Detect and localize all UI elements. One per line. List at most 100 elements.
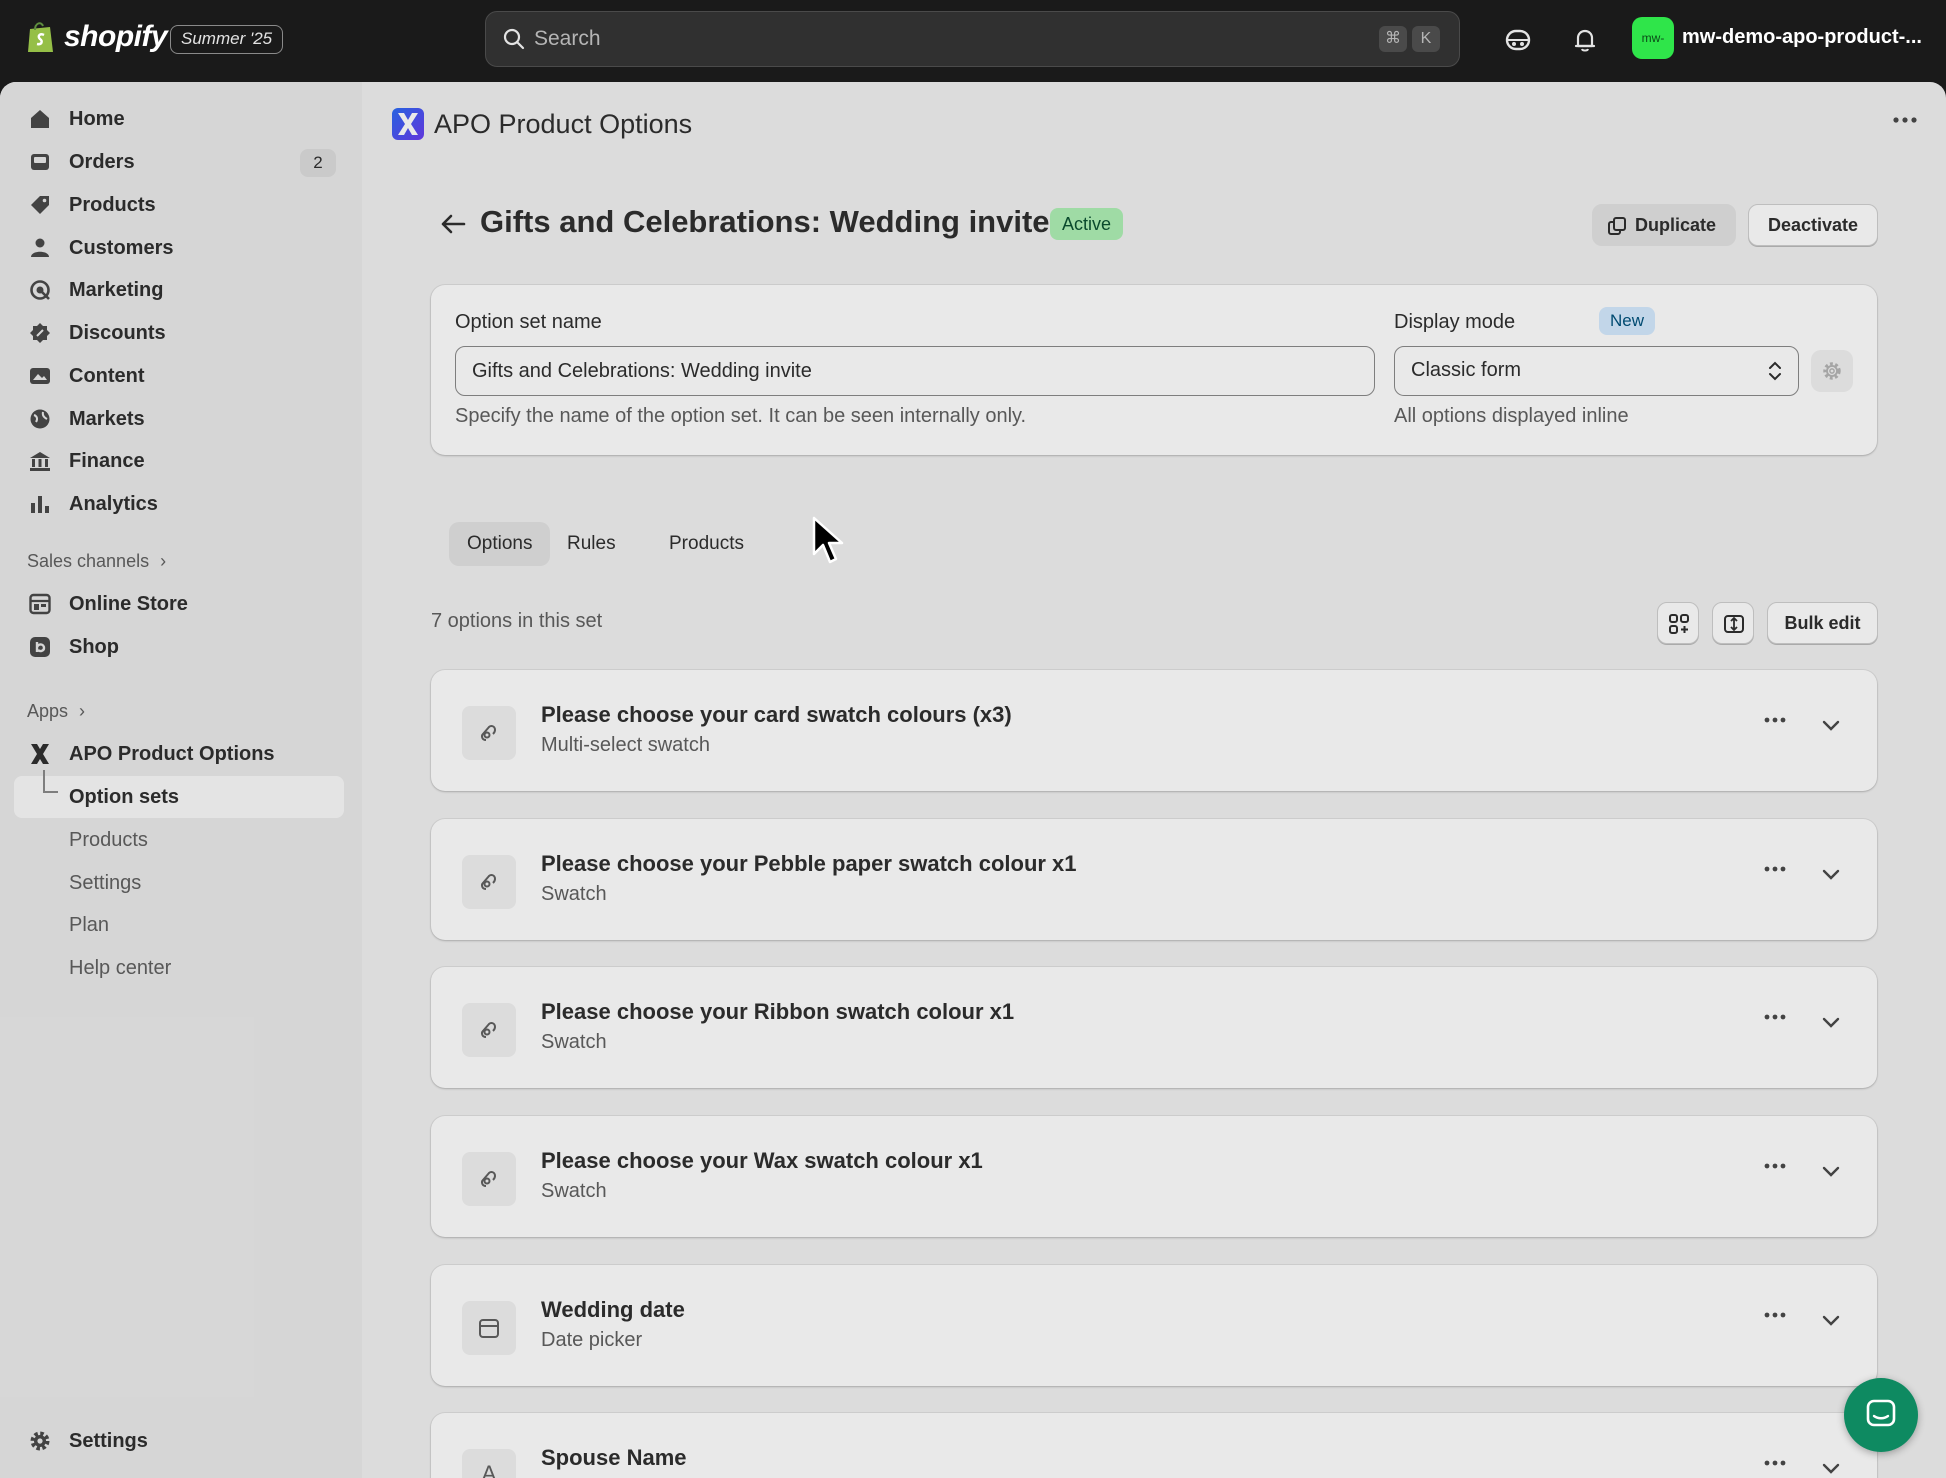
back-arrow-icon[interactable] (440, 212, 466, 236)
apo-app-icon (31, 744, 49, 764)
sidebar-item-plan[interactable]: Plan (14, 904, 344, 946)
new-badge: New (1599, 307, 1656, 335)
option-menu-icon[interactable] (1763, 1013, 1787, 1021)
select-arrows-icon (1769, 361, 1781, 381)
sidebar-item-online-store[interactable]: Online Store (14, 583, 344, 625)
deactivate-button[interactable]: Deactivate (1748, 204, 1878, 246)
collapse-all-button[interactable] (1712, 602, 1754, 644)
chevron-down-icon[interactable] (1821, 1461, 1841, 1475)
sidebar-item-content[interactable]: Content (14, 355, 344, 397)
chevron-down-icon[interactable] (1821, 867, 1841, 881)
option-card[interactable]: Please choose your card swatch colours (… (431, 670, 1877, 791)
option-card[interactable]: Wedding date Date picker (431, 1265, 1877, 1386)
option-title: Please choose your Wax swatch colour x1 (541, 1148, 983, 1173)
duplicate-button[interactable]: Duplicate (1592, 204, 1736, 246)
option-title: Please choose your Pebble paper swatch c… (541, 851, 1077, 876)
option-menu-icon[interactable] (1763, 1311, 1787, 1319)
bulk-edit-button[interactable]: Bulk edit (1767, 602, 1878, 644)
sidebar-item-app-products[interactable]: Products (14, 819, 344, 861)
sidebar-item-help-center[interactable]: Help center (14, 947, 344, 989)
chevron-down-icon[interactable] (1821, 1164, 1841, 1178)
chevron-down-icon[interactable] (1821, 1015, 1841, 1029)
sidebar-item-label: Online Store (69, 592, 188, 615)
search-bar[interactable]: ⌘ K (485, 11, 1460, 67)
chevron-right-icon: › (160, 551, 167, 571)
app-header: APO Product Options (392, 108, 692, 140)
sidebar-item-label: Finance (69, 449, 145, 472)
display-settings-button[interactable] (1811, 350, 1853, 392)
tab-options[interactable]: Options (449, 522, 551, 566)
option-menu-icon[interactable] (1763, 716, 1787, 724)
discount-icon (30, 323, 50, 343)
sidebar-item-label: Products (69, 193, 156, 216)
expand-all-button[interactable] (1657, 602, 1699, 644)
swatch-icon (462, 855, 516, 909)
sidebar-item-label: Customers (69, 236, 174, 259)
tab-rules[interactable]: Rules (549, 522, 634, 566)
sidekick-icon[interactable] (1502, 24, 1534, 56)
sidebar-item-app-settings[interactable]: Settings (14, 862, 344, 904)
display-mode-label: Display mode (1394, 311, 1516, 333)
option-card[interactable]: A Spouse Name (431, 1413, 1877, 1478)
option-set-form-card: Option set name Specify the name of the … (431, 285, 1877, 455)
mouse-cursor-icon (812, 516, 844, 564)
bell-icon[interactable] (1569, 24, 1601, 56)
sidebar-item-option-sets[interactable]: Option sets (14, 770, 344, 818)
person-icon (31, 238, 49, 257)
option-card[interactable]: Please choose your Wax swatch colour x1 … (431, 1116, 1877, 1237)
collapse-icon (1724, 615, 1744, 633)
option-card[interactable]: Please choose your Ribbon swatch colour … (431, 967, 1877, 1088)
sidebar-item-home[interactable]: Home (14, 98, 344, 140)
sidebar-item-finance[interactable]: Finance (14, 440, 344, 482)
sidebar-item-label: Shop (69, 635, 119, 658)
text-icon: A (462, 1449, 516, 1478)
chevron-down-icon[interactable] (1821, 718, 1841, 732)
expand-icon (1669, 614, 1689, 634)
shopify-logo[interactable]: shopify (26, 20, 168, 54)
option-set-name-input[interactable] (455, 346, 1375, 396)
display-mode-select[interactable]: Classic form (1394, 346, 1799, 396)
option-menu-icon[interactable] (1763, 865, 1787, 873)
more-actions-icon[interactable] (1892, 116, 1918, 124)
search-icon (503, 28, 525, 50)
option-menu-icon[interactable] (1763, 1459, 1787, 1467)
tab-products[interactable]: Products (651, 522, 762, 566)
edition-badge: Summer '25 (170, 25, 284, 54)
chevron-right-icon: › (79, 701, 86, 721)
sidebar-item-marketing[interactable]: Marketing (14, 269, 344, 311)
option-title: Spouse Name (541, 1445, 687, 1470)
sidebar-item-markets[interactable]: Markets (14, 398, 344, 440)
sidebar-item-label: Orders (69, 150, 135, 173)
text-icon-letter: A (481, 1461, 497, 1478)
option-set-name-label: Option set name (455, 311, 602, 333)
sidebar-item-shop[interactable]: Shop (14, 626, 344, 668)
calendar-icon (462, 1301, 516, 1355)
apps-header[interactable]: Apps › (27, 701, 85, 722)
admin-frame: Home Orders 2 Products Customers Marketi… (0, 82, 1946, 1478)
sidebar-item-label: Discounts (69, 321, 166, 344)
option-menu-icon[interactable] (1763, 1162, 1787, 1170)
apo-logo-icon (392, 108, 424, 140)
option-card[interactable]: Please choose your Pebble paper swatch c… (431, 819, 1877, 940)
sidebar-item-analytics[interactable]: Analytics (14, 483, 344, 525)
chevron-down-icon[interactable] (1821, 1313, 1841, 1327)
chat-button[interactable] (1844, 1378, 1918, 1452)
sidebar-item-products[interactable]: Products (14, 184, 344, 226)
search-input[interactable] (534, 12, 1334, 65)
store-avatar[interactable]: mw- (1632, 17, 1674, 59)
content-icon (30, 368, 50, 384)
shortcut-k-key: K (1412, 26, 1440, 52)
chat-icon (1866, 1399, 1896, 1427)
sidebar-item-discounts[interactable]: Discounts (14, 312, 344, 354)
sidebar-item-settings[interactable]: Settings (14, 1420, 344, 1462)
sidebar-item-apo-product-options[interactable]: APO Product Options (14, 733, 344, 775)
sidebar-item-customers[interactable]: Customers (14, 227, 344, 269)
sidebar-item-orders[interactable]: Orders 2 (14, 141, 344, 183)
sidebar-item-label: Content (69, 364, 145, 387)
home-icon (31, 110, 49, 128)
store-icon (29, 593, 51, 615)
duplicate-icon (1608, 217, 1626, 235)
app-title: APO Product Options (434, 108, 693, 139)
sales-channels-header[interactable]: Sales channels › (27, 551, 166, 572)
store-name[interactable]: mw-demo-apo-product-... (1682, 26, 1922, 49)
